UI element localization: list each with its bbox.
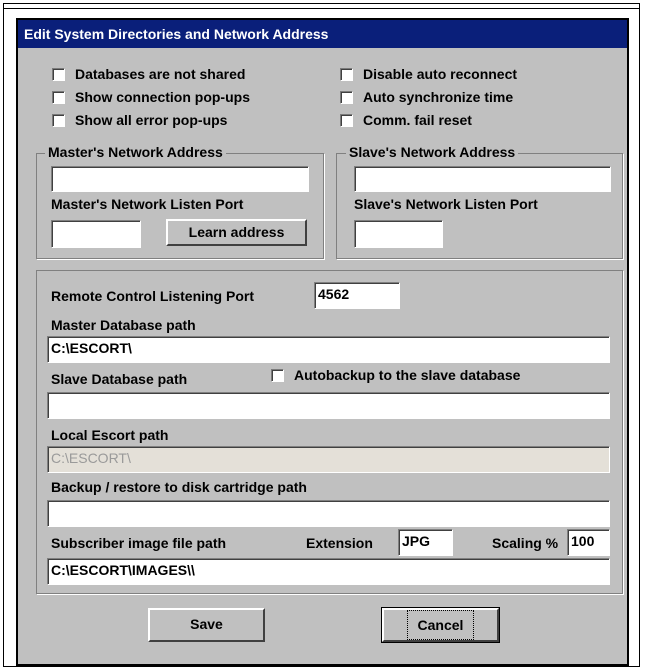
auto-synchronize-time-checkbox[interactable]: Auto synchronize time	[340, 89, 513, 105]
checkbox-label: Autobackup to the slave database	[294, 367, 521, 383]
checkbox-label: Databases are not shared	[75, 66, 246, 82]
checkbox-label: Comm. fail reset	[363, 112, 472, 128]
extension-label: Extension	[306, 535, 373, 551]
comm-fail-reset-checkbox[interactable]: Comm. fail reset	[340, 112, 472, 128]
master-group-title: Master's Network Address	[45, 144, 226, 160]
subscriber-image-input[interactable]: C:\ESCORT\IMAGES\\	[47, 558, 610, 585]
disable-auto-reconnect-checkbox[interactable]: Disable auto reconnect	[340, 66, 517, 82]
checkbox-label: Show all error pop-ups	[75, 112, 228, 128]
databases-not-shared-checkbox[interactable]: Databases are not shared	[52, 66, 245, 82]
extension-input[interactable]: JPG	[398, 529, 453, 556]
cancel-label: Cancel	[406, 610, 475, 640]
master-listen-port-input[interactable]	[51, 220, 141, 248]
scaling-label: Scaling %	[492, 535, 559, 551]
slave-db-input[interactable]	[47, 392, 610, 419]
master-db-input[interactable]: C:\ESCORT\	[47, 336, 610, 363]
remote-port-label: Remote Control Listening Port	[51, 288, 254, 304]
frame-divider	[3, 8, 640, 9]
master-db-label: Master Database path	[51, 317, 196, 333]
save-button[interactable]: Save	[148, 608, 265, 642]
checkbox-box[interactable]	[271, 368, 284, 382]
checkbox-box[interactable]	[340, 113, 353, 127]
slave-listen-port-input[interactable]	[354, 220, 443, 248]
backup-path-label: Backup / restore to disk cartridge path	[51, 479, 307, 495]
local-escort-label: Local Escort path	[51, 427, 169, 443]
dialog-window: Edit System Directories and Network Addr…	[16, 18, 629, 666]
checkbox-box[interactable]	[52, 90, 65, 104]
checkbox-label: Auto synchronize time	[363, 89, 514, 105]
autobackup-checkbox[interactable]: Autobackup to the slave database	[271, 367, 520, 383]
local-escort-input: C:\ESCORT\	[47, 446, 610, 473]
checkbox-label: Show connection pop-ups	[75, 89, 250, 105]
checkbox-box[interactable]	[340, 90, 353, 104]
master-listen-port-label: Master's Network Listen Port	[51, 196, 244, 212]
master-address-input[interactable]	[51, 166, 309, 192]
dialog-title: Edit System Directories and Network Addr…	[18, 20, 627, 48]
scaling-input[interactable]: 100	[567, 529, 610, 556]
show-all-error-popups-checkbox[interactable]: Show all error pop-ups	[52, 112, 227, 128]
slave-address-input[interactable]	[354, 166, 611, 192]
checkbox-box[interactable]	[52, 113, 65, 127]
show-connection-popups-checkbox[interactable]: Show connection pop-ups	[52, 89, 250, 105]
checkbox-label: Disable auto reconnect	[363, 66, 518, 82]
backup-path-input[interactable]	[47, 500, 610, 527]
remote-port-input[interactable]: 4562	[314, 282, 400, 309]
checkbox-box[interactable]	[52, 67, 65, 81]
learn-address-button[interactable]: Learn address	[166, 219, 307, 246]
slave-db-label: Slave Database path	[51, 371, 188, 387]
cancel-button[interactable]: Cancel	[381, 607, 500, 643]
checkbox-box[interactable]	[340, 67, 353, 81]
slave-group-title: Slave's Network Address	[346, 144, 519, 160]
subscriber-image-label: Subscriber image file path	[51, 535, 227, 551]
slave-listen-port-label: Slave's Network Listen Port	[354, 196, 538, 212]
